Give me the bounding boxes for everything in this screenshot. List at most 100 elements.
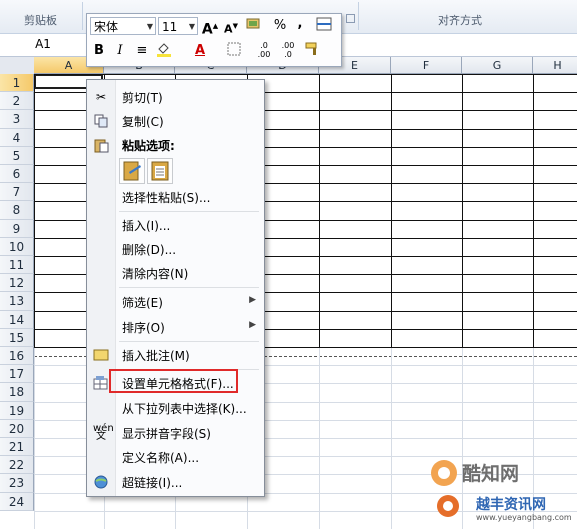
font-color-label: A (194, 43, 206, 58)
scissors-icon: ✂ (95, 90, 107, 104)
row-header-16[interactable]: 16 (0, 347, 34, 366)
comment-icon (93, 347, 109, 363)
menu-label: 插入(I)... (122, 219, 171, 233)
row-header-13[interactable]: 13 (0, 292, 34, 311)
row-header-17[interactable]: 17 (0, 365, 34, 384)
comma-label: , (297, 16, 303, 31)
watermark-url: www.yueyangbang.com (476, 513, 572, 522)
grow-font-label: A (201, 21, 213, 38)
menu-item-clear-contents[interactable]: 清除内容(N) (87, 262, 264, 284)
borders-icon[interactable] (225, 41, 243, 61)
menu-item-phonetic[interactable]: wén 文 显示拼音字段(S) (87, 422, 264, 444)
fill-color-icon[interactable] (155, 41, 173, 61)
increase-decimal-button[interactable]: .0 .00 (255, 41, 273, 61)
font-name-value: 宋体 (94, 20, 119, 34)
row-header-4[interactable]: 4 (0, 128, 34, 147)
paste-button[interactable] (119, 158, 145, 184)
highlight-box (109, 369, 238, 393)
row-header-20[interactable]: 20 (0, 419, 34, 438)
comma-style-button[interactable]: , (291, 14, 309, 34)
row-header-9[interactable]: 9 (0, 219, 34, 238)
menu-item-define-name[interactable]: 定义名称(A)... (87, 446, 264, 468)
row-header-12[interactable]: 12 (0, 274, 34, 293)
submenu-arrow-icon: ▶ (249, 320, 256, 330)
menu-label: 剪切(T) (122, 91, 163, 105)
cell-border (462, 74, 463, 347)
menu-item-delete[interactable]: 删除(D)... (87, 238, 264, 260)
hyperlink-globe-icon (93, 474, 109, 490)
column-header-g[interactable]: G (462, 57, 533, 74)
menu-item-pick-from-list[interactable]: 从下拉列表中选择(K)... (87, 397, 264, 419)
select-all-corner[interactable] (0, 57, 35, 75)
menu-item-insert-comment[interactable]: 插入批注(M) (87, 344, 264, 366)
cell-border (533, 74, 534, 347)
menu-item-hyperlink[interactable]: 超链接(I)... (87, 471, 264, 493)
menu-label: 选择性粘贴(S)... (122, 191, 211, 205)
watermark-logo-icon (431, 460, 457, 486)
row-header-19[interactable]: 19 (0, 401, 34, 420)
format-painter-icon[interactable] (303, 41, 321, 61)
font-name-select[interactable]: 宋体 ▼ (90, 17, 156, 35)
menu-label: 定义名称(A)... (122, 451, 200, 465)
row-header-11[interactable]: 11 (0, 256, 34, 275)
menu-item-copy[interactable]: 复制(C) (87, 110, 264, 132)
center-align-icon[interactable]: ≡ (133, 41, 151, 61)
paste-values-icon (151, 161, 169, 181)
row-header-21[interactable]: 21 (0, 438, 34, 457)
watermark: 酷知网 越丰资讯网 www.yueyangbang.com (428, 455, 577, 529)
column-header-f[interactable]: F (391, 57, 462, 74)
name-box[interactable]: A1 (0, 34, 87, 55)
decrease-decimal-button[interactable]: .00 .0 (279, 41, 297, 61)
row-header-15[interactable]: 15 (0, 328, 34, 347)
submenu-arrow-icon: ▶ (249, 295, 256, 305)
cell-border (391, 74, 392, 347)
font-color-button[interactable]: A (191, 41, 209, 61)
copy-icon (93, 113, 109, 129)
row-header-10[interactable]: 10 (0, 237, 34, 256)
row-header-7[interactable]: 7 (0, 183, 34, 202)
grow-font-button[interactable]: A▲ (201, 16, 219, 38)
cell-border (34, 74, 35, 347)
menu-item-paste-options: 粘贴选项: (87, 134, 264, 156)
menu-label: 清除内容(N) (122, 267, 189, 281)
accounting-format-icon[interactable] (245, 16, 263, 36)
row-header-5[interactable]: 5 (0, 146, 34, 165)
row-header-22[interactable]: 22 (0, 456, 34, 475)
menu-item-filter[interactable]: 筛选(E) ▶ (87, 291, 264, 313)
percent-button[interactable]: % (271, 16, 289, 36)
row-header-14[interactable]: 14 (0, 310, 34, 329)
menu-label: 超链接(I)... (122, 476, 183, 490)
italic-button[interactable]: I (111, 41, 129, 61)
row-header-8[interactable]: 8 (0, 201, 34, 220)
font-size-value: 11 (162, 20, 178, 34)
ribbon-separator (82, 2, 83, 30)
menu-label: 筛选(E) (122, 296, 163, 310)
cell-border (34, 74, 577, 75)
row-header-6[interactable]: 6 (0, 165, 34, 184)
font-size-select[interactable]: 11 ▼ (158, 17, 198, 35)
column-header-h[interactable]: H (533, 57, 577, 74)
italic-label: I (117, 43, 123, 58)
menu-item-sort[interactable]: 排序(O) ▶ (87, 316, 264, 338)
row-header-24[interactable]: 24 (0, 492, 34, 511)
mini-toolbar: 宋体 ▼ 11 ▼ A▲ A▼ % , B I ≡ A .0 .00 .00 .… (86, 13, 342, 67)
shrink-font-button[interactable]: A▼ (222, 16, 240, 36)
merge-center-icon[interactable] (315, 16, 333, 36)
ribbon-separator (358, 2, 359, 30)
menu-item-insert[interactable]: 插入(I)... (87, 214, 264, 236)
watermark-sub: 越丰资讯网 (476, 497, 546, 513)
dialog-launcher-icon[interactable] (346, 14, 355, 23)
chevron-down-icon: ▼ (146, 22, 153, 31)
chevron-down-icon: ▼ (188, 22, 195, 31)
row-header-23[interactable]: 23 (0, 474, 34, 493)
bold-button[interactable]: B (90, 41, 108, 61)
row-header-18[interactable]: 18 (0, 383, 34, 402)
row-header-1[interactable]: 1 (0, 74, 34, 93)
row-header-3[interactable]: 3 (0, 110, 34, 129)
row-header-2[interactable]: 2 (0, 92, 34, 111)
paste-icon (93, 137, 109, 153)
paste-values-button[interactable] (147, 158, 173, 184)
menu-item-paste-special[interactable]: 选择性粘贴(S)... (87, 186, 264, 208)
clipboard-group-label: 剪贴板 (24, 14, 57, 27)
menu-item-cut[interactable]: ✂ 剪切(T) (87, 86, 264, 108)
